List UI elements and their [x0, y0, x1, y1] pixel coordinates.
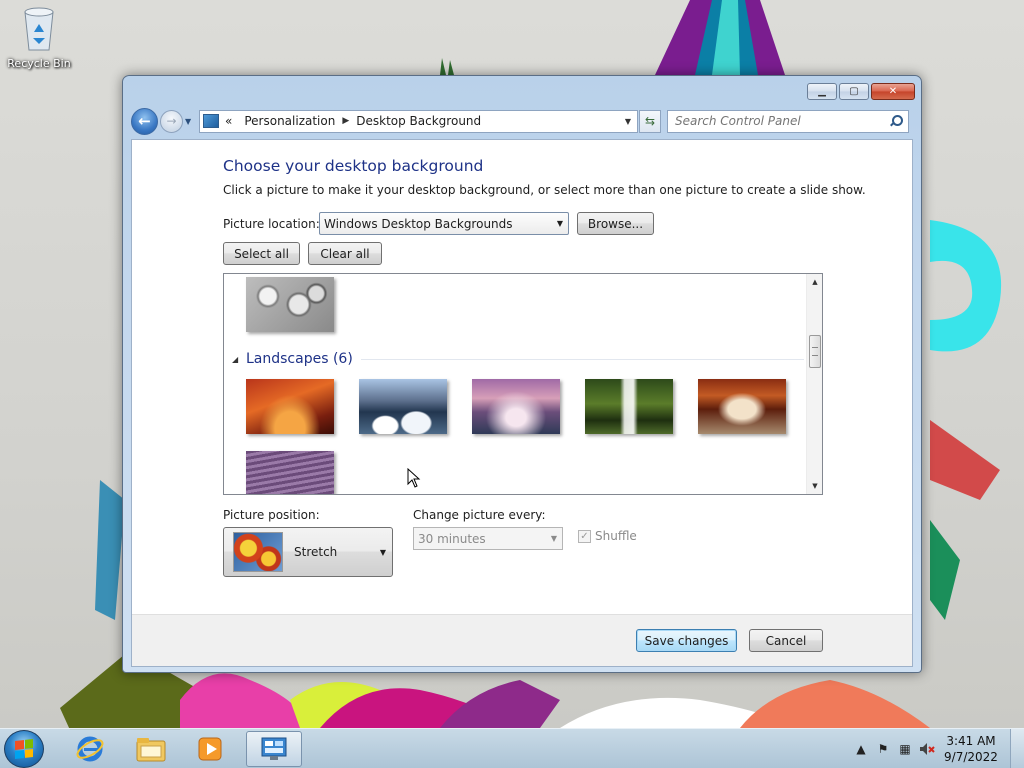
desktop-icon-recycle-bin[interactable]: Recycle Bin — [4, 6, 74, 70]
maximize-button[interactable]: ▢ — [839, 83, 869, 100]
speaker-muted-icon — [920, 743, 935, 755]
wallpaper-thumbnail[interactable] — [246, 277, 334, 332]
volume-muted-icon[interactable] — [916, 739, 938, 759]
page-title: Choose your desktop background — [223, 157, 484, 175]
breadcrumb-personalization[interactable]: Personalization — [244, 114, 335, 128]
collapse-triangle-icon[interactable]: ◢ — [232, 355, 246, 364]
wallpaper-thumbnail[interactable] — [472, 379, 560, 434]
scroll-down-arrow-icon[interactable]: ▼ — [807, 478, 822, 494]
group-title: Landscapes (6) — [246, 351, 353, 367]
save-changes-button[interactable]: Save changes — [636, 629, 737, 652]
clock-date: 9/7/2022 — [944, 750, 998, 764]
picture-location-select[interactable]: Windows Desktop Backgrounds ▼ — [319, 212, 569, 235]
breadcrumb-chevron-icon[interactable]: ▶ — [342, 116, 349, 126]
minimize-icon: ▁ — [818, 86, 826, 97]
group-header-landscapes[interactable]: ◢ Landscapes (6) — [232, 351, 804, 367]
show-desktop-button[interactable] — [1010, 729, 1024, 768]
close-icon: ✕ — [888, 86, 898, 97]
notification-area: ▲ ⚑ ▦ 3:41 AM 9/7/2022 — [850, 729, 1024, 768]
address-dropdown[interactable]: ▼ — [619, 117, 637, 126]
close-button[interactable]: ✕ — [871, 83, 915, 100]
breadcrumb-overflow[interactable]: « — [225, 114, 232, 128]
clear-all-button[interactable]: Clear all — [308, 242, 382, 265]
desktop-icon-label: Recycle Bin — [7, 57, 71, 70]
taskbar-windows-explorer[interactable] — [123, 731, 179, 767]
chevron-up-icon: ▲ — [856, 742, 866, 756]
position-preview-image — [233, 532, 283, 572]
network-icon[interactable]: ▦ — [894, 739, 916, 759]
windows-explorer-icon — [136, 738, 166, 762]
clock-time: 3:41 AM — [946, 734, 996, 748]
chevron-down-icon: ▼ — [185, 116, 192, 126]
select-all-button[interactable]: Select all — [223, 242, 300, 265]
windows-logo-icon — [15, 739, 33, 759]
page-description: Click a picture to make it your desktop … — [223, 183, 866, 197]
chevron-down-icon: ▼ — [556, 219, 564, 228]
wallpaper-thumbnail[interactable] — [359, 379, 447, 434]
mouse-cursor-icon — [407, 468, 421, 488]
search-input[interactable] — [675, 114, 875, 128]
interval-value: 30 minutes — [418, 531, 486, 546]
search-icon[interactable] — [889, 114, 903, 128]
wallpaper-thumbnail[interactable] — [246, 451, 334, 494]
show-hidden-icons-button[interactable]: ▲ — [850, 739, 872, 759]
taskbar-internet-explorer[interactable] — [62, 731, 118, 767]
back-button[interactable]: ← — [131, 107, 158, 135]
change-picture-interval-select[interactable]: 30 minutes ▼ — [413, 527, 563, 550]
media-player-icon — [198, 737, 222, 761]
taskbar-control-panel[interactable] — [246, 731, 302, 767]
forward-button[interactable]: → — [160, 109, 183, 133]
picture-position-value: Stretch — [294, 545, 338, 559]
picture-location-value: Windows Desktop Backgrounds — [324, 216, 513, 231]
wallpaper-thumbnail[interactable] — [698, 379, 786, 434]
checkmark-icon: ✓ — [578, 529, 591, 543]
gallery-scrollbar[interactable]: ▲ ▼ — [806, 274, 822, 494]
navigation-bar: ← → ▼ « Personalization ▶ Desktop Backgr… — [131, 107, 913, 135]
dialog-footer: Save changes Cancel — [132, 614, 912, 666]
scrollbar-thumb[interactable] — [809, 335, 821, 368]
picture-position-label: Picture position: — [223, 508, 320, 522]
recycle-bin-icon — [24, 7, 54, 51]
shuffle-checkbox[interactable]: ✓ Shuffle — [578, 529, 637, 543]
content-pane: Choose your desktop background Click a p… — [131, 139, 913, 667]
wallpaper-thumbnail[interactable] — [585, 379, 673, 434]
group-divider — [360, 358, 804, 360]
wallpaper-gallery: ◢ Landscapes (6) ▲ ▼ — [223, 273, 823, 495]
system-clock[interactable]: 3:41 AM 9/7/2022 — [938, 733, 1004, 765]
change-picture-label: Change picture every: — [413, 508, 546, 522]
chevron-down-icon: ▼ — [379, 547, 386, 557]
minimize-button[interactable]: ▁ — [807, 83, 837, 100]
browse-button[interactable]: Browse... — [577, 212, 654, 235]
search-box — [667, 109, 909, 133]
refresh-button[interactable]: ⇆ — [639, 109, 661, 133]
back-arrow-icon: ← — [138, 112, 151, 130]
wallpaper-thumbnail[interactable] — [246, 379, 334, 434]
control-panel-icon — [203, 114, 219, 128]
action-center-icon[interactable]: ⚑ — [872, 739, 894, 759]
caption-buttons: ▁ ▢ ✕ — [807, 83, 915, 100]
maximize-icon: ▢ — [849, 86, 859, 97]
control-panel-icon — [261, 737, 287, 760]
picture-location-label: Picture location: — [223, 217, 320, 231]
address-bar[interactable]: « Personalization ▶ Desktop Background ▼ — [199, 109, 638, 133]
cancel-button[interactable]: Cancel — [749, 629, 823, 652]
picture-position-select[interactable]: Stretch ▼ — [223, 527, 393, 577]
internet-explorer-icon — [76, 736, 104, 762]
chevron-down-icon: ▼ — [550, 534, 558, 543]
taskbar: ▲ ⚑ ▦ 3:41 AM 9/7/2022 — [0, 728, 1024, 768]
forward-arrow-icon: → — [166, 114, 177, 128]
scroll-up-arrow-icon[interactable]: ▲ — [807, 274, 822, 290]
start-button[interactable] — [4, 730, 44, 768]
refresh-icon: ⇆ — [644, 114, 656, 128]
recent-pages-dropdown[interactable]: ▼ — [185, 117, 197, 126]
taskbar-media-player[interactable] — [182, 731, 238, 767]
shuffle-label: Shuffle — [595, 529, 637, 543]
desktop-background-window: ▁ ▢ ✕ ← → ▼ « Personalization ▶ Desktop … — [122, 75, 922, 673]
breadcrumb-desktop-background[interactable]: Desktop Background — [356, 114, 481, 128]
